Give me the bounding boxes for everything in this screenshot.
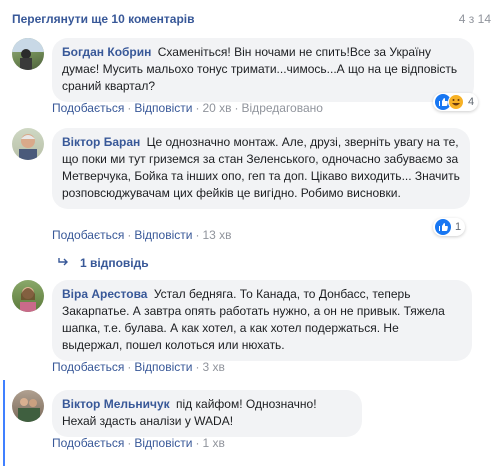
avatar[interactable] <box>12 128 44 160</box>
comment-actions: Подобається · Відповісти · 3 хв <box>52 360 225 374</box>
separator-dot: · <box>195 101 200 115</box>
comment-timestamp[interactable]: 13 хв <box>202 228 231 242</box>
like-button[interactable]: Подобається <box>52 101 124 115</box>
comment-bubble: Богдан Кобрин Схаменіться! Він ночами не… <box>52 38 474 102</box>
focus-indicator <box>3 380 5 466</box>
reply-button[interactable]: Відповісти <box>134 101 192 115</box>
reaction-summary[interactable]: 4 <box>433 93 479 111</box>
comment-timestamp[interactable]: 3 хв <box>202 360 224 374</box>
edited-label: Відредаговано <box>241 101 323 115</box>
avatar-photo-icon <box>19 134 37 160</box>
like-reaction-icon <box>435 219 451 235</box>
view-replies-link[interactable]: 1 відповідь <box>58 256 149 270</box>
reaction-count: 1 <box>455 221 462 233</box>
separator-dot: · <box>234 101 239 115</box>
separator-dot: · <box>195 228 200 242</box>
comment-actions: Подобається · Відповісти · 1 хв <box>52 436 225 450</box>
comment-actions: Подобається · Відповісти · 20 хв · Відредагова… <box>52 101 323 115</box>
reply-button[interactable]: Відповісти <box>134 436 192 450</box>
separator-dot: · <box>127 228 132 242</box>
reply-arrow-icon <box>58 256 70 270</box>
comment-bubble: Віра Арестова Устал бедняга. То Канада, … <box>52 280 472 361</box>
separator-dot: · <box>195 360 200 374</box>
comment-actions: Подобається · Відповісти · 13 хв <box>52 228 232 242</box>
reply-button[interactable]: Відповісти <box>134 228 192 242</box>
comment-author[interactable]: Віра Арестова <box>62 287 147 301</box>
avatar[interactable] <box>12 280 44 312</box>
comment-author[interactable]: Богдан Кобрин <box>62 45 151 59</box>
separator-dot: · <box>127 101 132 115</box>
comment-author[interactable]: Віктор Мельничук <box>62 397 170 411</box>
avatar[interactable] <box>12 390 44 422</box>
reply-button[interactable]: Відповісти <box>134 360 192 374</box>
separator-dot: · <box>127 436 132 450</box>
comment-timestamp[interactable]: 1 хв <box>202 436 224 450</box>
separator-dot: · <box>127 360 132 374</box>
haha-reaction-icon <box>448 94 464 110</box>
replies-count-label: 1 відповідь <box>80 256 149 270</box>
avatar-photo-icon <box>18 398 40 422</box>
comment-item: Віктор Баран Це однозначно монтаж. Але, … <box>12 128 489 238</box>
reaction-summary[interactable]: 1 <box>433 218 466 236</box>
reaction-count: 4 <box>468 96 475 108</box>
view-more-comments-link[interactable]: Переглянути ще 10 коментарів <box>12 12 195 26</box>
comments-header: Переглянути ще 10 коментарів 4 з 14 <box>12 12 491 30</box>
like-button[interactable]: Подобається <box>52 228 124 242</box>
avatar-photo-icon <box>12 38 44 70</box>
like-button[interactable]: Подобається <box>52 360 124 374</box>
avatar-photo-icon <box>20 287 36 312</box>
comment-page-count: 4 з 14 <box>458 12 491 26</box>
like-button[interactable]: Подобається <box>52 436 124 450</box>
comment-item: Віра Арестова Устал бедняга. То Канада, … <box>12 280 489 370</box>
separator-dot: · <box>195 436 200 450</box>
comment-author[interactable]: Віктор Баран <box>62 135 140 149</box>
comment-bubble: Віктор Мельничук під кайфом! Однозначно!… <box>52 390 362 437</box>
comment-timestamp[interactable]: 20 хв <box>202 101 231 115</box>
comment-bubble: Віктор Баран Це однозначно монтаж. Але, … <box>52 128 470 209</box>
avatar[interactable] <box>12 38 44 70</box>
